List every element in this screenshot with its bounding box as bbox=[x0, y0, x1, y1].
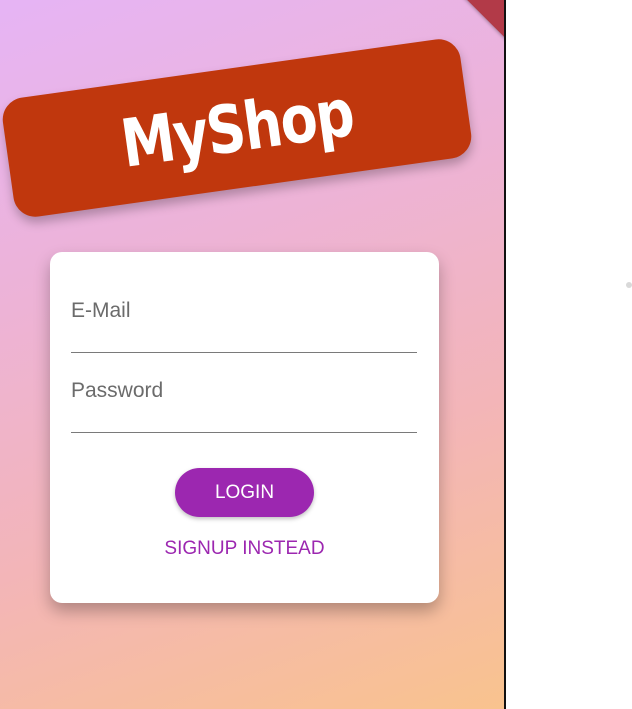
password-field[interactable]: Password bbox=[71, 373, 417, 433]
login-button[interactable]: LOGIN bbox=[175, 468, 314, 517]
password-field-label: Password bbox=[71, 379, 164, 402]
auth-card: E-Mail Password LOGIN SIGNUP INSTEAD bbox=[50, 252, 439, 603]
signup-instead-button[interactable]: SIGNUP INSTEAD bbox=[150, 534, 339, 564]
brand-banner: MyShop bbox=[0, 36, 475, 220]
email-field-label: E-Mail bbox=[71, 299, 131, 322]
app-screen: MyShop E-Mail Password LOGIN SIGNUP INST… bbox=[0, 0, 504, 709]
window-divider bbox=[504, 0, 506, 709]
side-dot bbox=[626, 282, 632, 288]
brand-title: MyShop bbox=[116, 73, 358, 183]
email-field[interactable]: E-Mail bbox=[71, 293, 417, 353]
